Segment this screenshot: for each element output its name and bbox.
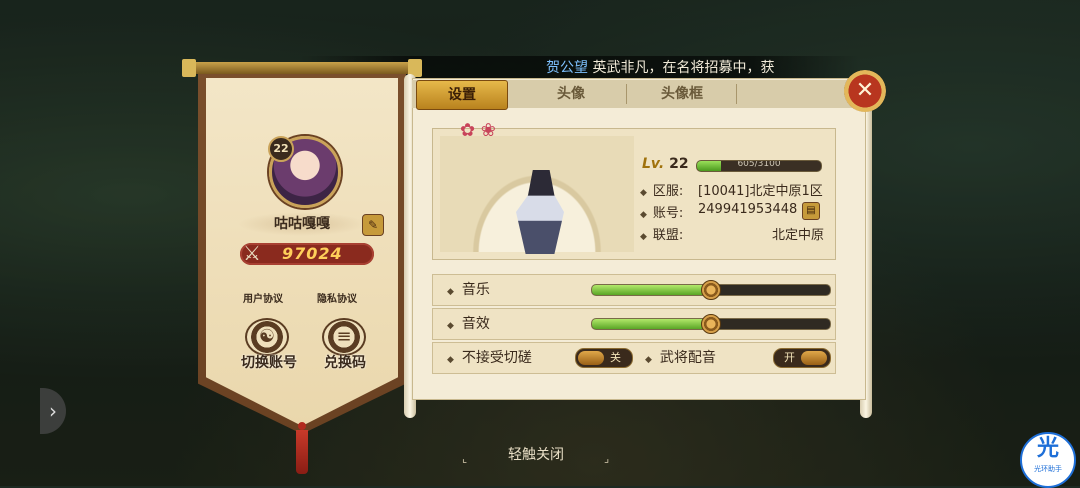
privacy-agreement-link[interactable]: 隐私协议 — [317, 290, 357, 305]
server-value: [10041]北定中原1区 — [698, 184, 823, 199]
tap-to-close-hint[interactable]: ⌞ 轻触关闭 ⌟ — [462, 444, 622, 466]
assistant-label: 光环助手 — [1034, 465, 1062, 473]
no-duel-label-text: 不接受切磋 — [461, 350, 532, 366]
no-duel-label: ◆ 不接受切磋 — [447, 343, 532, 375]
no-duel-state: 关 — [610, 351, 621, 364]
copy-icon: ▤ — [806, 205, 816, 216]
exp-text: 605/3100 — [737, 160, 781, 169]
lv-tag: Lv. — [642, 156, 665, 172]
diamond-icon: ◆ — [447, 355, 454, 365]
sfx-slider-knob[interactable] — [701, 314, 721, 334]
copy-account-button[interactable]: ▤ — [802, 202, 820, 220]
player-name: 咕咕嘎嘎 — [238, 212, 366, 236]
sfx-slider-fill — [592, 319, 711, 329]
rod-cap-left — [182, 59, 196, 77]
music-slider-knob[interactable] — [701, 280, 721, 300]
player-level-label: Lv. 22 — [642, 156, 689, 172]
combat-power-bar: ⚔ 97024 — [240, 241, 374, 265]
music-setting-row: ◆ 音乐 — [432, 274, 836, 306]
account-label: 账号: — [652, 206, 684, 221]
no-duel-toggle[interactable]: 关 — [575, 348, 633, 368]
alliance-value: 北定中原 — [772, 228, 825, 243]
user-agreement-link[interactable]: 用户协议 — [243, 290, 283, 305]
toggles-row: ◆ 不接受切磋 关 ◆ 武将配音 开 — [432, 342, 836, 374]
switch-account-button[interactable]: ☯ — [245, 318, 289, 356]
voice-label: ◆ 武将配音 — [645, 343, 716, 375]
redeem-code-label: 兑换码 — [324, 355, 366, 371]
scroll-icon: ≡ — [336, 326, 352, 347]
voice-toggle[interactable]: 开 — [773, 348, 831, 368]
alliance-label: 联盟: — [652, 228, 684, 243]
tab-divider — [626, 84, 627, 104]
sfx-label: ◆ 音效 — [447, 309, 490, 341]
music-slider-fill — [592, 285, 711, 295]
marquee-text: 英武非凡，在名将招募中，获 — [592, 60, 775, 76]
chevron-right-icon: › — [49, 399, 57, 423]
tab-settings[interactable]: 设置 — [416, 80, 508, 110]
corner-bracket-icon: ⌞ — [462, 452, 468, 465]
account-value: 249941953448 — [698, 202, 798, 217]
voice-state: 开 — [784, 351, 795, 364]
diamond-icon: ◆ — [447, 287, 454, 297]
alliance-row: ◆ 联盟: 北定中原 — [640, 224, 824, 243]
server-label: 区服: — [652, 184, 684, 199]
sfx-label-text: 音效 — [461, 316, 490, 332]
assistant-icon: 光 — [1036, 436, 1059, 461]
tap-close-text: 轻触关闭 — [508, 447, 564, 463]
exp-bar: 605/3100 — [696, 160, 822, 172]
voice-label-text: 武将配音 — [659, 350, 716, 366]
sfx-setting-row: ◆ 音效 — [432, 308, 836, 340]
tab-avatar[interactable]: 头像 — [516, 80, 626, 108]
diamond-icon: ◆ — [640, 210, 647, 220]
close-icon: ✕ — [855, 78, 875, 103]
music-label-text: 音乐 — [461, 282, 490, 298]
edit-name-button[interactable]: ✎ — [362, 214, 384, 236]
marquee-player-name: 贺公望 — [546, 60, 588, 76]
switch-account-label: 切换账号 — [241, 355, 297, 371]
lv-value: 22 — [669, 156, 689, 172]
player-level-badge: 22 — [268, 136, 294, 162]
diamond-icon: ◆ — [645, 355, 652, 365]
diamond-icon: ◆ — [447, 321, 454, 331]
close-button[interactable]: ✕ — [844, 70, 886, 112]
music-label: ◆ 音乐 — [447, 275, 490, 307]
plum-blossom-icon: ✿ ❀ — [460, 120, 496, 141]
diamond-icon: ◆ — [640, 232, 647, 242]
toggle-pill — [578, 351, 604, 365]
switch-account-icon: ☯ — [258, 326, 276, 347]
pencil-icon: ✎ — [367, 218, 379, 232]
diamond-icon: ◆ — [640, 188, 647, 198]
toggle-pill — [801, 351, 827, 365]
corner-bracket-icon: ⌟ — [604, 452, 610, 465]
account-row: ◆ 账号: 249941953448 — [640, 202, 797, 221]
server-row: ◆ 区服: [10041]北定中原1区 — [640, 180, 823, 199]
banner-rod — [182, 59, 422, 77]
tab-avatar-frame[interactable]: 头像框 — [628, 80, 736, 108]
redeem-code-button[interactable]: ≡ — [322, 318, 366, 356]
assistant-floating-button[interactable]: 光 光环助手 — [1020, 432, 1076, 488]
crossed-swords-icon: ⚔ — [243, 241, 261, 265]
tab-divider — [736, 84, 737, 104]
combat-power-value: 97024 — [282, 244, 343, 263]
banner-tassel — [296, 422, 308, 474]
